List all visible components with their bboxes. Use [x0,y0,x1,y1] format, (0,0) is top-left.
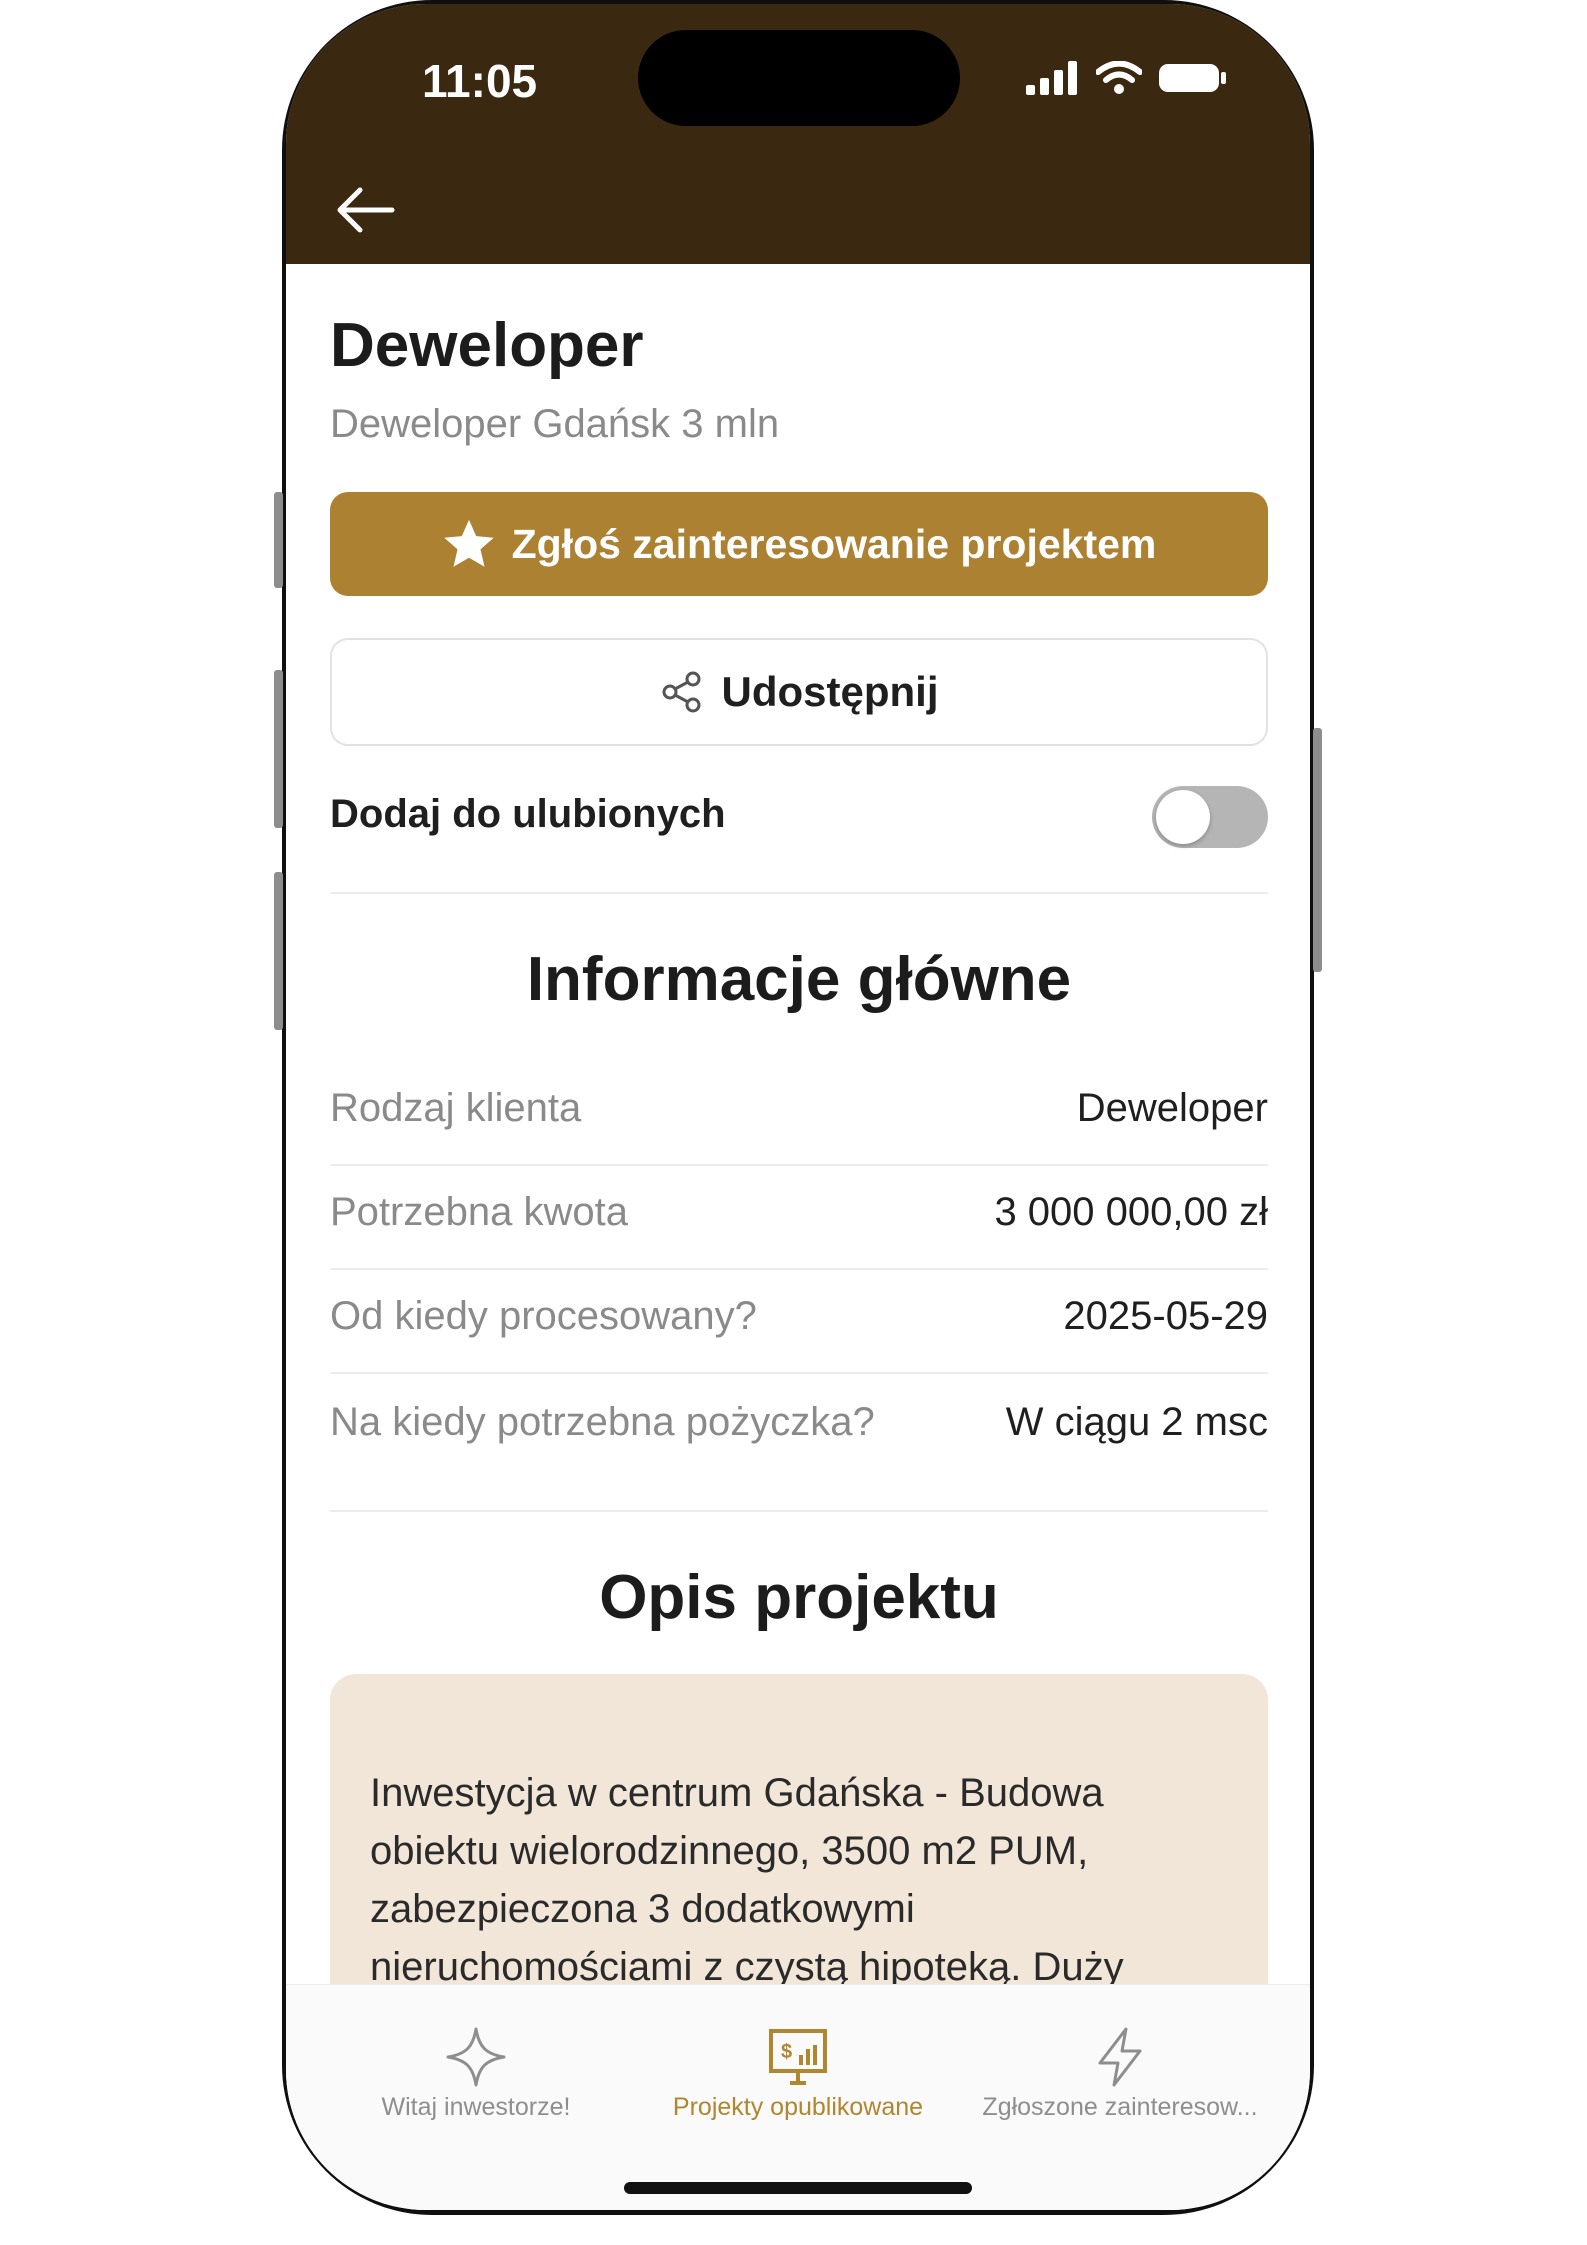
lightning-icon [1098,2027,1142,2087]
description-title: Opis projektu [599,1563,999,1632]
page-subtitle: Deweloper Gdańsk 3 mln [330,402,780,446]
info-label: Rodzaj klienta [330,1086,582,1130]
info-value: 2025-05-29 [1063,1294,1268,1338]
toggle-knob [1156,790,1210,844]
tab-published-projects[interactable]: $ Projekty opublikowane [638,1985,958,2145]
tab-label: Zgłoszone zainteresow... [982,2093,1258,2121]
info-row-processed-since: Od kiedy procesowany? 2025-05-29 [330,1268,1268,1372]
info-label: Od kiedy procesowany? [330,1294,757,1338]
side-button-volume-down [274,872,283,1030]
app-screen: 11:05 Deweloper Deweloper Gdańsk 3 mln Z… [286,4,1310,2210]
dynamic-island [638,30,960,126]
home-indicator[interactable] [624,2182,972,2194]
status-time: 11:05 [422,55,538,107]
bottom-tab-bar: Witaj inwestorze! $ Projekty opublikowan… [286,1984,1310,2210]
tab-reported-interest[interactable]: Zgłoszone zainteresow... [960,1985,1280,2145]
status-icons [1026,56,1228,100]
description-line: Inwestycja w centrum Gdańska - Budowa [370,1771,1104,1815]
share-button[interactable]: Udostępnij [330,638,1268,746]
info-label: Na kiedy potrzebna pożyczka? [330,1400,875,1444]
tab-label: Witaj inwestorze! [381,2093,571,2121]
share-icon [662,671,700,713]
favorite-toggle[interactable] [1152,786,1268,848]
favorite-label: Dodaj do ulubionych [330,792,726,836]
section-divider [330,892,1268,894]
star-icon [443,519,494,567]
section-divider [330,1510,1268,1512]
side-button-power [1313,728,1322,972]
express-interest-button[interactable]: Zgłoś zainteresowanie projektem [330,492,1268,596]
back-button[interactable] [330,180,400,240]
info-value: Deweloper [1076,1086,1268,1130]
description-line: obiektu wielorodzinnego, 3500 m2 PUM, [370,1829,1089,1873]
battery-icon [1159,64,1226,92]
page-title: Deweloper [330,311,644,380]
info-row-loan-deadline: Na kiedy potrzebna pożyczka? W ciągu 2 m… [330,1374,1268,1478]
arrow-left-icon [337,187,395,233]
wifi-icon [1096,61,1142,94]
share-label: Udostępnij [721,668,939,715]
presentation-chart-icon: $ [769,2029,827,2085]
description-line: zabezpieczona 3 dodatkowymi [370,1887,915,1931]
cellular-signal-icon [1026,61,1077,95]
main-info-title: Informacje główne [526,945,1072,1014]
sparkle-icon [446,2027,506,2087]
info-value: 3 000 000,00 zł [994,1190,1268,1234]
info-label: Potrzebna kwota [330,1190,628,1234]
info-row-amount: Potrzebna kwota 3 000 000,00 zł [330,1164,1268,1268]
tab-label: Projekty opublikowane [672,2093,924,2121]
info-value: W ciągu 2 msc [1005,1400,1268,1444]
svg-text:$: $ [781,2041,792,2063]
side-button-action [274,492,283,588]
tab-welcome[interactable]: Witaj inwestorze! [316,1985,636,2145]
app-header: 11:05 [286,4,1310,264]
side-button-volume-up [274,670,283,828]
express-interest-label: Zgłoś zainteresowanie projektem [511,520,1157,567]
info-row-client-type: Rodzaj klienta Deweloper [330,1060,1268,1164]
